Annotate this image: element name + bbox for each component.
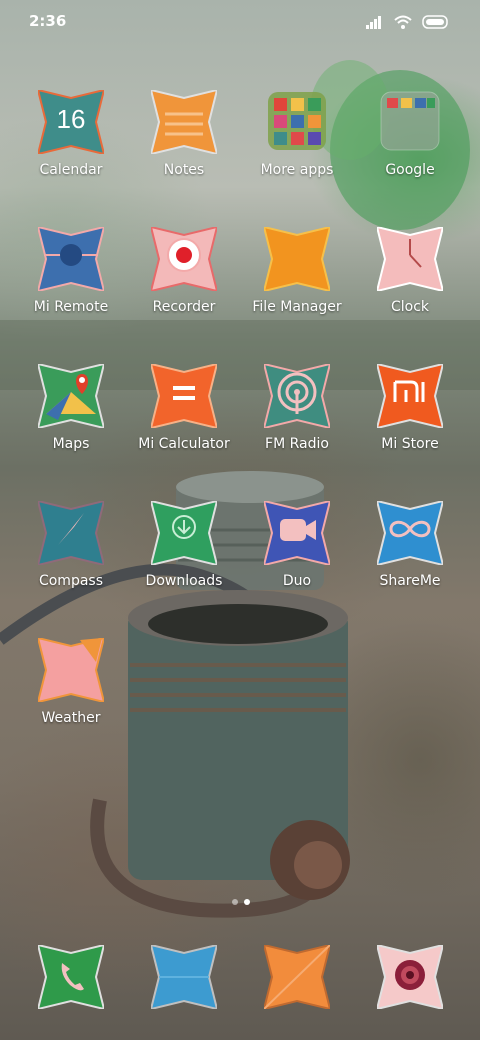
app-label: Google [385,162,435,178]
folder-icon [264,90,330,154]
app-label: Maps [52,436,90,452]
download-icon [149,499,219,567]
browser-icon [262,943,332,1011]
status-icons [366,14,450,33]
page-dot [232,899,238,905]
dock-camera[interactable] [350,943,470,1015]
app-mi-calculator[interactable]: Mi Calculator [124,362,244,474]
app-recorder[interactable]: Recorder [124,225,244,337]
messages-icon [149,943,219,1011]
calendar-icon: 16 [36,88,106,156]
video-camera-icon [262,499,332,567]
app-label: Downloads [145,573,223,589]
app-calendar[interactable]: 16 Calendar [11,88,131,200]
app-fm-radio[interactable]: FM Radio [237,362,357,474]
dock-browser[interactable] [237,943,357,1015]
app-label: Calendar [39,162,103,178]
app-mi-remote[interactable]: Mi Remote [11,225,131,337]
status-time: 2:36 [29,12,67,30]
app-downloads[interactable]: Downloads [124,499,244,611]
app-compass[interactable]: Compass [11,499,131,611]
app-mi-store[interactable]: Mi Store [350,362,470,474]
app-label: Recorder [152,299,216,315]
app-maps[interactable]: Maps [11,362,131,474]
remote-icon [36,225,106,293]
clock-icon [375,225,445,293]
notes-icon [149,88,219,156]
app-shareme[interactable]: ShareMe [350,499,470,611]
app-label: Mi Store [381,436,439,452]
camera-icon [375,943,445,1011]
app-duo[interactable]: Duo [237,499,357,611]
weather-icon [36,636,106,704]
dock-messages[interactable] [124,943,244,1015]
folder-more-apps[interactable]: More apps [237,90,357,200]
recorder-icon [149,225,219,293]
phone-icon [36,943,106,1011]
radio-icon [262,362,332,430]
app-label: Duo [282,573,312,589]
wifi-icon [394,14,412,33]
app-file-manager[interactable]: File Manager [237,225,357,337]
app-label: File Manager [252,299,342,315]
app-label: Compass [38,573,104,589]
calendar-date: 16 [56,104,86,134]
folder-google[interactable]: Google [350,90,470,200]
app-label: Weather [41,710,101,726]
page-indicator [224,897,256,907]
app-label: FM Radio [265,436,329,452]
app-notes[interactable]: Notes [124,88,244,200]
app-label: Notes [163,162,205,178]
status-bar: 2:36 [0,0,480,44]
app-label: Mi Remote [33,299,109,315]
folder-icon [377,90,443,154]
app-label: Mi Calculator [138,436,230,452]
share-icon [375,499,445,567]
dock-phone[interactable] [11,943,131,1015]
battery-icon [422,14,450,33]
page-dot-current [244,899,250,905]
calculator-icon [149,362,219,430]
maps-icon [36,362,106,430]
signal-icon [366,14,384,33]
folder-icon [262,225,332,293]
app-weather[interactable]: Weather [11,636,131,748]
mi-store-icon [375,362,445,430]
app-label: More apps [260,162,334,178]
compass-icon [36,499,106,567]
app-clock[interactable]: Clock [350,225,470,337]
app-label: ShareMe [379,573,441,589]
app-label: Clock [390,299,430,315]
